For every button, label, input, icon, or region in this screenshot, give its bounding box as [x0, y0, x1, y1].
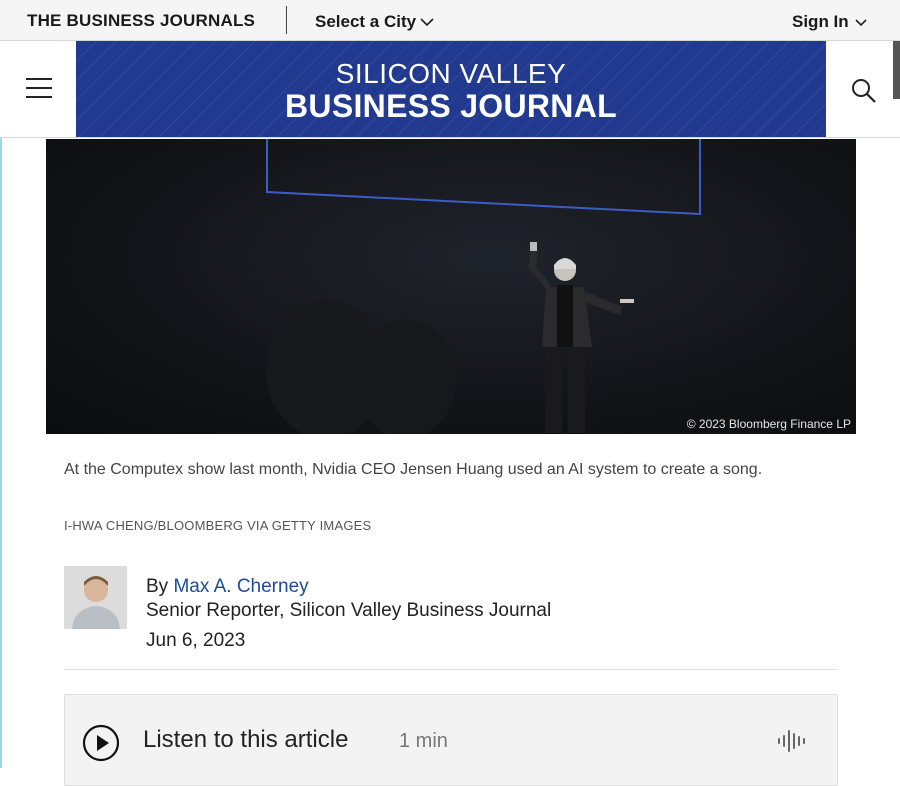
masthead-line-2: BUSINESS JOURNAL [285, 88, 617, 124]
chevron-down-icon [855, 19, 867, 27]
author-avatar[interactable] [64, 566, 127, 629]
sign-in-button[interactable]: Sign In [792, 12, 867, 32]
hamburger-icon[interactable] [26, 78, 52, 100]
byline-divider [64, 669, 838, 670]
search-icon[interactable] [850, 77, 878, 105]
author-role: Senior Reporter, Silicon Valley Business… [146, 600, 552, 621]
hero-scene-illustration [266, 139, 701, 434]
top-utility-bar: THE BUSINESS JOURNALS Select a City Sign… [0, 0, 900, 41]
byline-prefix: By [146, 576, 169, 597]
hero-image: © 2023 Bloomberg Finance LP [46, 139, 856, 434]
select-city-dropdown[interactable]: Select a City [315, 12, 434, 32]
image-copyright-overlay: © 2023 Bloomberg Finance LP [686, 417, 851, 431]
avatar-portrait-illustration [64, 566, 127, 629]
chevron-down-icon [420, 18, 434, 27]
author-name-link[interactable]: Max A. Cherney [173, 576, 308, 597]
select-city-label: Select a City [315, 12, 417, 31]
masthead-line-1: SILICON VALLEY [335, 58, 567, 89]
network-brand-link[interactable]: THE BUSINESS JOURNALS [27, 11, 255, 31]
masthead-logo[interactable]: SILICON VALLEY BUSINESS JOURNAL [76, 41, 826, 137]
publish-date: Jun 6, 2023 [146, 630, 246, 651]
waveform-icon [778, 730, 805, 752]
audio-duration: 1 min [399, 730, 448, 752]
scrollbar-thumb[interactable] [893, 41, 900, 99]
photo-credit: I-HWA CHENG/BLOOMBERG VIA GETTY IMAGES [64, 518, 372, 533]
byline: By Max A. Cherney [146, 576, 309, 598]
sign-in-label: Sign In [792, 12, 849, 31]
site-header: SILICON VALLEY BUSINESS JOURNAL [0, 41, 900, 138]
image-caption: At the Computex show last month, Nvidia … [64, 461, 763, 478]
listen-article-player: Listen to this article 1 min [64, 694, 838, 786]
listen-label[interactable]: Listen to this article [143, 726, 348, 754]
topbar-divider [286, 6, 287, 34]
play-icon[interactable] [82, 724, 120, 762]
